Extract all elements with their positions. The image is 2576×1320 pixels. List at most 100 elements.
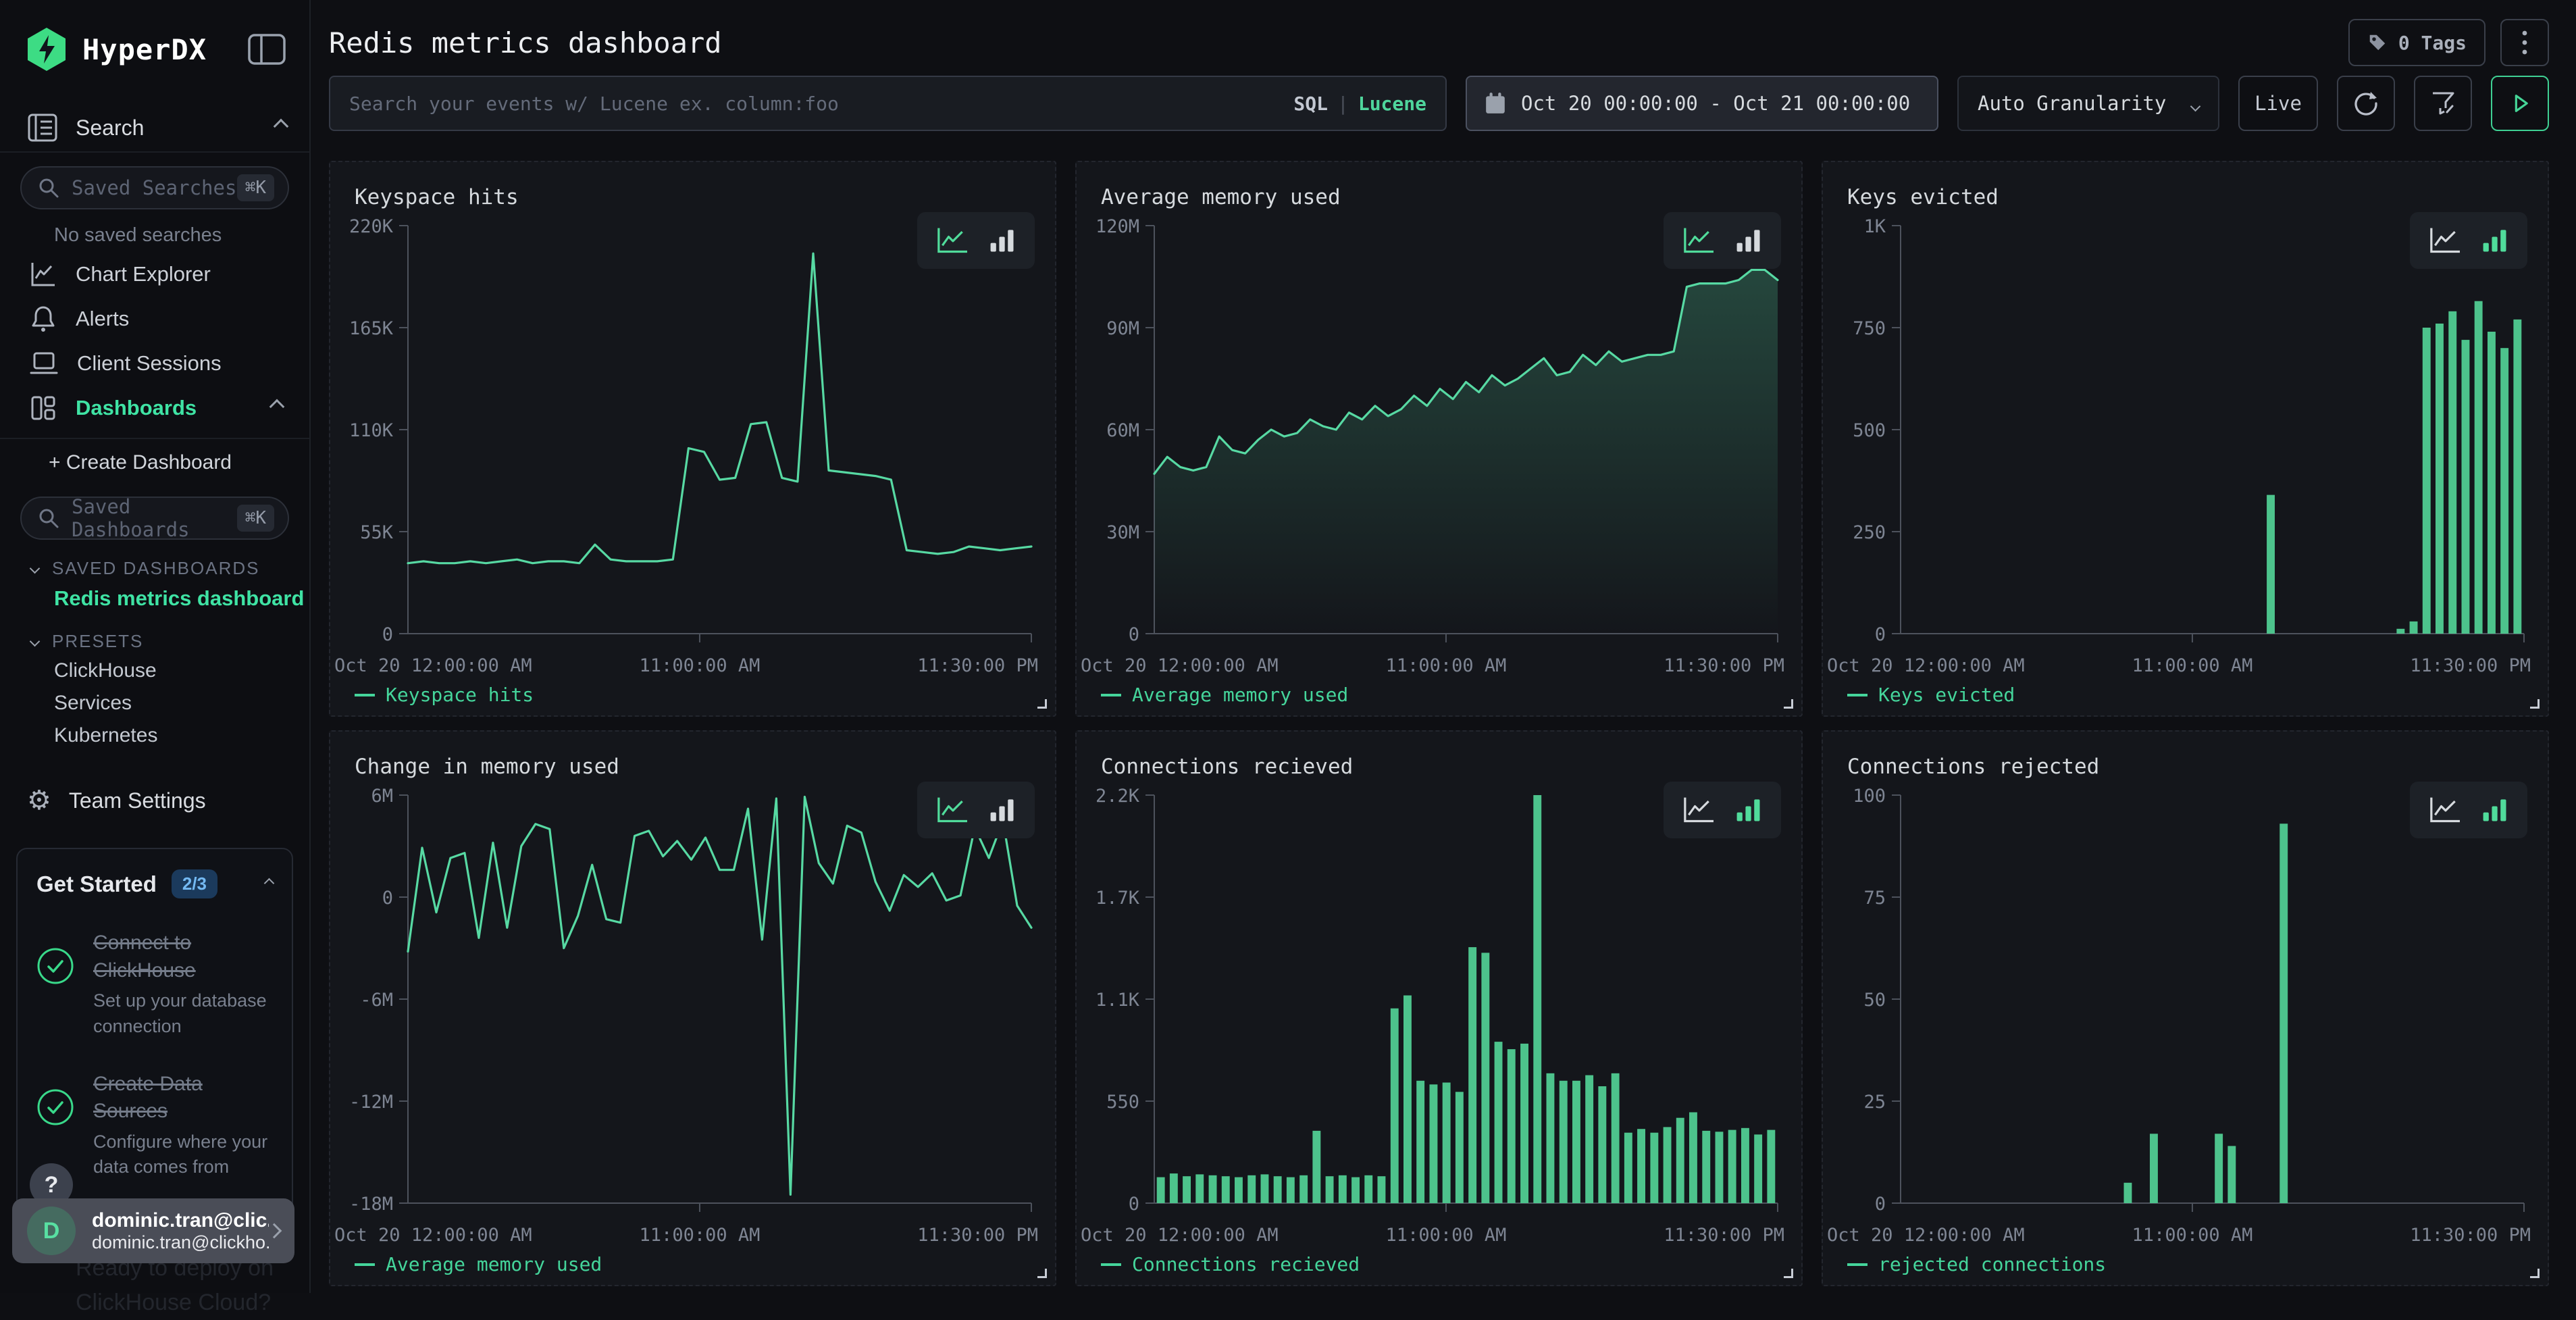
avatar: D (27, 1207, 76, 1255)
line-chart-toggle[interactable] (1681, 226, 1716, 255)
saved-dashboard-redis-metrics[interactable]: Redis metrics dashboard (54, 586, 304, 611)
sidebar-item-alerts[interactable]: Alerts (0, 299, 309, 339)
chart-legend[interactable]: Average memory used (355, 1253, 602, 1275)
svg-text:220K: 220K (349, 216, 394, 237)
legend-label: Average memory used (1132, 684, 1348, 706)
sidebar-item-dashboards[interactable]: Dashboards (0, 388, 309, 428)
svg-text:250: 250 (1853, 522, 1886, 543)
bar-chart-toggle[interactable] (1734, 795, 1763, 825)
refresh-icon (2352, 89, 2380, 118)
line-chart-toggle[interactable] (2427, 795, 2463, 825)
resize-handle[interactable] (1784, 699, 1793, 709)
line-chart-toggle[interactable] (1681, 795, 1716, 825)
collapse-sidebar-icon[interactable] (247, 33, 286, 66)
preset-services[interactable]: Services (54, 692, 132, 715)
tags-button[interactable]: 0 Tags (2348, 19, 2485, 66)
search-icon (38, 177, 59, 199)
event-search-input[interactable]: Search your events w/ Lucene ex. column:… (329, 76, 1447, 131)
chart-canvas[interactable]: 1K7505002500Oct 20 12:00:00 AM11:00:00 A… (1823, 216, 2549, 689)
saved-dashboards-placeholder: Saved Dashboards (72, 495, 237, 541)
get-started-step-data-sources[interactable]: Create Data Sources Configure where your… (36, 1071, 273, 1181)
chart-legend[interactable]: Keyspace hits (355, 684, 534, 706)
chart-legend[interactable]: Average memory used (1101, 684, 1348, 706)
saved-dashboards-input[interactable]: Saved Dashboards ⌘K (20, 497, 289, 540)
chevron-up-icon[interactable] (269, 399, 285, 414)
line-chart-toggle[interactable] (935, 795, 970, 825)
chart-legend[interactable]: rejected connections (1847, 1253, 2106, 1275)
date-range-value: Oct 20 00:00:00 - Oct 21 00:00:00 (1521, 92, 1910, 115)
resize-handle[interactable] (1037, 699, 1047, 709)
bar-chart-toggle[interactable] (1734, 226, 1763, 255)
user-menu[interactable]: D dominic.tran@clic... dominic.tran@clic… (12, 1198, 294, 1263)
resize-handle[interactable] (2530, 699, 2540, 709)
svg-text:11:00:00 AM: 11:00:00 AM (1386, 1225, 1507, 1246)
filter-button[interactable] (2414, 76, 2472, 131)
svg-text:0: 0 (1129, 624, 1139, 645)
svg-text:165K: 165K (349, 318, 394, 339)
svg-text:Oct 20 12:00:00 AM: Oct 20 12:00:00 AM (1827, 1225, 2025, 1246)
chart-canvas[interactable]: 2.2K1.7K1.1K5500Oct 20 12:00:00 AM11:00:… (1077, 786, 1803, 1259)
user-name: dominic.tran@clic... (92, 1209, 269, 1232)
svg-text:1.1K: 1.1K (1096, 990, 1140, 1011)
chart-canvas[interactable]: 6M0-6M-12M-18MOct 20 12:00:00 AM11:00:00… (330, 786, 1056, 1259)
check-circle-icon (36, 947, 74, 985)
chevron-up-icon[interactable] (274, 118, 289, 134)
svg-text:120M: 120M (1096, 216, 1139, 237)
chart-canvas[interactable]: 1007550250Oct 20 12:00:00 AM11:00:00 AM1… (1823, 786, 2549, 1259)
chart-canvas[interactable]: 120M90M60M30M0Oct 20 12:00:00 AM11:00:00… (1077, 216, 1803, 689)
svg-text:0: 0 (1875, 624, 1886, 645)
live-button[interactable]: Live (2238, 76, 2318, 131)
more-options-button[interactable] (2500, 19, 2549, 66)
line-chart-toggle[interactable] (935, 226, 970, 255)
svg-text:11:30:00 PM: 11:30:00 PM (917, 1225, 1038, 1246)
saved-searches-shortcut: ⌘K (237, 174, 274, 201)
chart-panel-keys-evicted: Keys evicted1K7505002500Oct 20 12:00:00 … (1822, 161, 2549, 717)
bar-chart-toggle[interactable] (2480, 795, 2510, 825)
main-content: Redis metrics dashboard 0 Tags Search yo… (311, 0, 2576, 1293)
presets-header[interactable]: PRESETS (31, 631, 143, 652)
sidebar-section-search[interactable]: Search (27, 108, 286, 147)
svg-text:2.2K: 2.2K (1096, 786, 1140, 807)
chart-legend[interactable]: Keys evicted (1847, 684, 2015, 706)
step-subtitle: Configure where your data comes from (93, 1129, 273, 1181)
resize-handle[interactable] (1784, 1269, 1793, 1278)
svg-text:0: 0 (1129, 1194, 1139, 1215)
refresh-button[interactable] (2337, 76, 2395, 131)
bar-chart-toggle[interactable] (2480, 226, 2510, 255)
chart-canvas[interactable]: 220K165K110K55K0Oct 20 12:00:00 AM11:00:… (330, 216, 1056, 689)
bar-chart-toggle[interactable] (987, 795, 1017, 825)
saved-searches-input[interactable]: Saved Searches ⌘K (20, 166, 289, 209)
svg-text:-12M: -12M (349, 1092, 393, 1113)
query-language-toggle[interactable]: SQL|Lucene (1293, 93, 1426, 115)
get-started-card: Get Started 2/3 Connect to ClickHouse Se… (16, 848, 293, 1218)
charts-grid: Keyspace hits220K165K110K55K0Oct 20 12:0… (329, 161, 2549, 1286)
legend-swatch (1101, 1263, 1121, 1266)
preset-kubernetes[interactable]: Kubernetes (54, 724, 157, 747)
sidebar-item-client-sessions[interactable]: Client Sessions (0, 343, 309, 384)
tag-icon (2367, 32, 2388, 53)
svg-text:11:30:00 PM: 11:30:00 PM (2410, 1225, 2531, 1246)
resize-handle[interactable] (2530, 1269, 2540, 1278)
svg-text:Oct 20 12:00:00 AM: Oct 20 12:00:00 AM (1081, 655, 1279, 676)
get-started-step-connect[interactable]: Connect to ClickHouse Set up your databa… (36, 930, 273, 1040)
svg-text:60M: 60M (1106, 420, 1139, 441)
gear-icon: ⚙ (27, 785, 51, 816)
chevron-up-icon[interactable] (264, 878, 275, 888)
team-settings-item[interactable]: ⚙ Team Settings (27, 785, 206, 816)
svg-text:11:30:00 PM: 11:30:00 PM (1664, 655, 1784, 676)
sidebar-item-chart-explorer[interactable]: Chart Explorer (0, 254, 309, 295)
granularity-select[interactable]: Auto Granularity (1957, 76, 2219, 131)
resize-handle[interactable] (1037, 1269, 1047, 1278)
bar-chart-toggle[interactable] (987, 226, 1017, 255)
saved-dashboards-header[interactable]: SAVED DASHBOARDS (31, 558, 259, 579)
svg-text:30M: 30M (1106, 522, 1139, 543)
search-placeholder: Search your events w/ Lucene ex. column:… (349, 93, 1293, 115)
line-chart-toggle[interactable] (2427, 226, 2463, 255)
chart-legend[interactable]: Connections recieved (1101, 1253, 1360, 1275)
preset-clickhouse[interactable]: ClickHouse (54, 659, 157, 682)
run-query-button[interactable] (2491, 76, 2549, 131)
create-dashboard-button[interactable]: + Create Dashboard (49, 451, 232, 474)
svg-text:750: 750 (1853, 318, 1886, 339)
filter-edit-icon (2429, 89, 2457, 118)
date-range-picker[interactable]: Oct 20 00:00:00 - Oct 21 00:00:00 (1466, 76, 1938, 131)
